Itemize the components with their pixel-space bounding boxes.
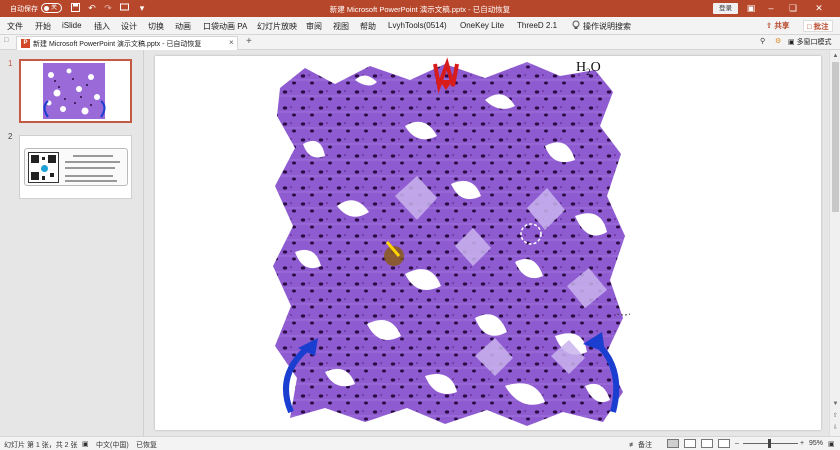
zoom-out-icon[interactable]: – [735, 440, 739, 447]
tab-lvyhtools[interactable]: LvyhTools(0514) [388, 21, 447, 30]
comments-button[interactable]: □ 批注 [803, 20, 833, 32]
card-text-line [65, 180, 117, 182]
zoom-level[interactable]: 95% [809, 440, 823, 447]
ribbon-display-icon[interactable]: ▣ [744, 2, 758, 15]
multi-window-button[interactable]: ▣ 多窗口模式 [788, 37, 832, 47]
ribbon-tabs: 文件 开始 iSlide 插入 设计 切换 动画 口袋动画 PA 幻灯片放映 审… [0, 17, 840, 35]
comment-icon: □ [807, 22, 814, 31]
lightbulb-icon[interactable] [571, 20, 581, 30]
tab-view[interactable]: 视图 [333, 21, 349, 32]
tab-search-icon[interactable]: ⚲ [760, 37, 765, 45]
document-tab-bar: □ P 新建 Microsoft PowerPoint 演示文稿.pptx - … [0, 35, 840, 50]
multi-window-label: 多窗口模式 [796, 39, 832, 46]
tab-help[interactable]: 帮助 [360, 21, 376, 32]
slide-number-2: 2 [8, 132, 13, 141]
card-text-line [65, 167, 115, 169]
notes-button[interactable]: ≢ 备注 [629, 440, 652, 450]
previous-slide-icon[interactable]: ⇧ [831, 412, 840, 421]
tab-pocket-animation[interactable]: 口袋动画 PA [203, 21, 247, 32]
tab-file[interactable]: 文件 [7, 21, 23, 32]
normal-view-icon[interactable] [667, 439, 679, 448]
slide-sorter-icon[interactable] [684, 439, 696, 448]
share-button[interactable]: ⇧ 共享 [763, 20, 792, 32]
slide-thumbnail-2[interactable] [19, 135, 132, 199]
zeolite-framework-image [273, 57, 631, 426]
tab-transitions[interactable]: 切换 [148, 21, 164, 32]
framework-thumbnail-image [43, 63, 106, 119]
notes-label: 备注 [637, 442, 652, 449]
new-tab-icon[interactable]: + [246, 36, 252, 48]
slide-thumbnail-pane: 1 2 [0, 50, 144, 436]
tab-threed[interactable]: ThreeD 2.1 [517, 21, 557, 30]
close-icon[interactable]: ✕ [812, 2, 826, 15]
formula-main: H [576, 60, 587, 75]
comment-label: 批注 [813, 22, 829, 31]
language-status[interactable]: 中文(中国) [96, 440, 129, 450]
scrollbar-thumb[interactable] [832, 62, 839, 212]
document-tab-name: 新建 Microsoft PowerPoint 演示文稿.pptx [33, 41, 161, 48]
multi-window-icon: ▣ [788, 39, 797, 46]
tab-onekey-lite[interactable]: OneKey Lite [460, 21, 504, 30]
scroll-up-icon[interactable]: ▲ [831, 52, 840, 61]
tab-animations[interactable]: 动画 [175, 21, 191, 32]
zoom-slider-thumb[interactable] [768, 439, 771, 448]
slide-editing-area[interactable]: H2O [145, 50, 828, 436]
powerpoint-icon: P [21, 39, 30, 48]
tab-islide[interactable]: iSlide [62, 21, 82, 30]
card-text-line [65, 175, 113, 177]
tab-home[interactable]: 开始 [35, 21, 51, 32]
slide-thumbnail-1[interactable] [19, 59, 132, 123]
water-formula: H2O [576, 60, 601, 77]
tab-slideshow[interactable]: 幻灯片放映 [257, 21, 297, 32]
title-bar: 自动保存 关 ↶ ↷ ▾ 新建 Microsoft PowerPoint 演示文… [0, 0, 840, 17]
formula-end: O [590, 60, 601, 75]
scroll-down-icon[interactable]: ▼ [831, 400, 840, 409]
tab-design[interactable]: 设计 [121, 21, 137, 32]
status-bar: 幻灯片 第 1 张，共 2 张 ▣ 中文(中国) 已恢复 ≢ 备注 – + 95… [0, 436, 840, 450]
share-label: 共享 [774, 21, 790, 30]
tab-review[interactable]: 审阅 [306, 21, 322, 32]
slide-counter: 幻灯片 第 1 张，共 2 张 [4, 442, 78, 449]
spell-check-icon[interactable]: ▣ [82, 440, 89, 448]
document-tab-label: 新建 Microsoft PowerPoint 演示文稿.pptx - 已自动恢… [33, 41, 202, 48]
document-icon: □ [4, 37, 9, 44]
qr-card-thumbnail [24, 148, 128, 186]
fit-to-window-icon[interactable]: ▣ [828, 440, 835, 448]
close-tab-icon[interactable]: × [229, 38, 234, 47]
reading-view-icon[interactable] [701, 439, 713, 448]
recovery-status: 已恢复 [136, 442, 157, 449]
restore-icon[interactable]: ❏ [786, 2, 800, 15]
card-text-line [73, 155, 113, 157]
login-button[interactable]: 登录 [713, 3, 738, 14]
document-tab[interactable]: P 新建 Microsoft PowerPoint 演示文稿.pptx - 已自… [16, 36, 238, 50]
minimize-icon[interactable]: – [764, 2, 778, 15]
tell-me-search[interactable]: 操作说明搜索 [583, 21, 631, 32]
next-slide-icon[interactable]: ⇩ [831, 424, 840, 433]
tab-insert[interactable]: 插入 [94, 21, 110, 32]
document-tab-status: 已自动恢复 [166, 41, 202, 48]
card-text-line [65, 161, 120, 163]
slideshow-icon[interactable] [718, 439, 730, 448]
slide-number-1: 1 [8, 59, 13, 68]
vertical-scrollbar[interactable]: ▲ ▼ ⇧ ⇩ [829, 50, 840, 436]
zoom-in-icon[interactable]: + [800, 440, 804, 447]
slide-1[interactable]: H2O [155, 56, 821, 430]
notes-icon: ≢ [629, 442, 638, 449]
settings-icon[interactable]: ⚙ [775, 37, 781, 45]
qr-code-icon [28, 152, 59, 183]
